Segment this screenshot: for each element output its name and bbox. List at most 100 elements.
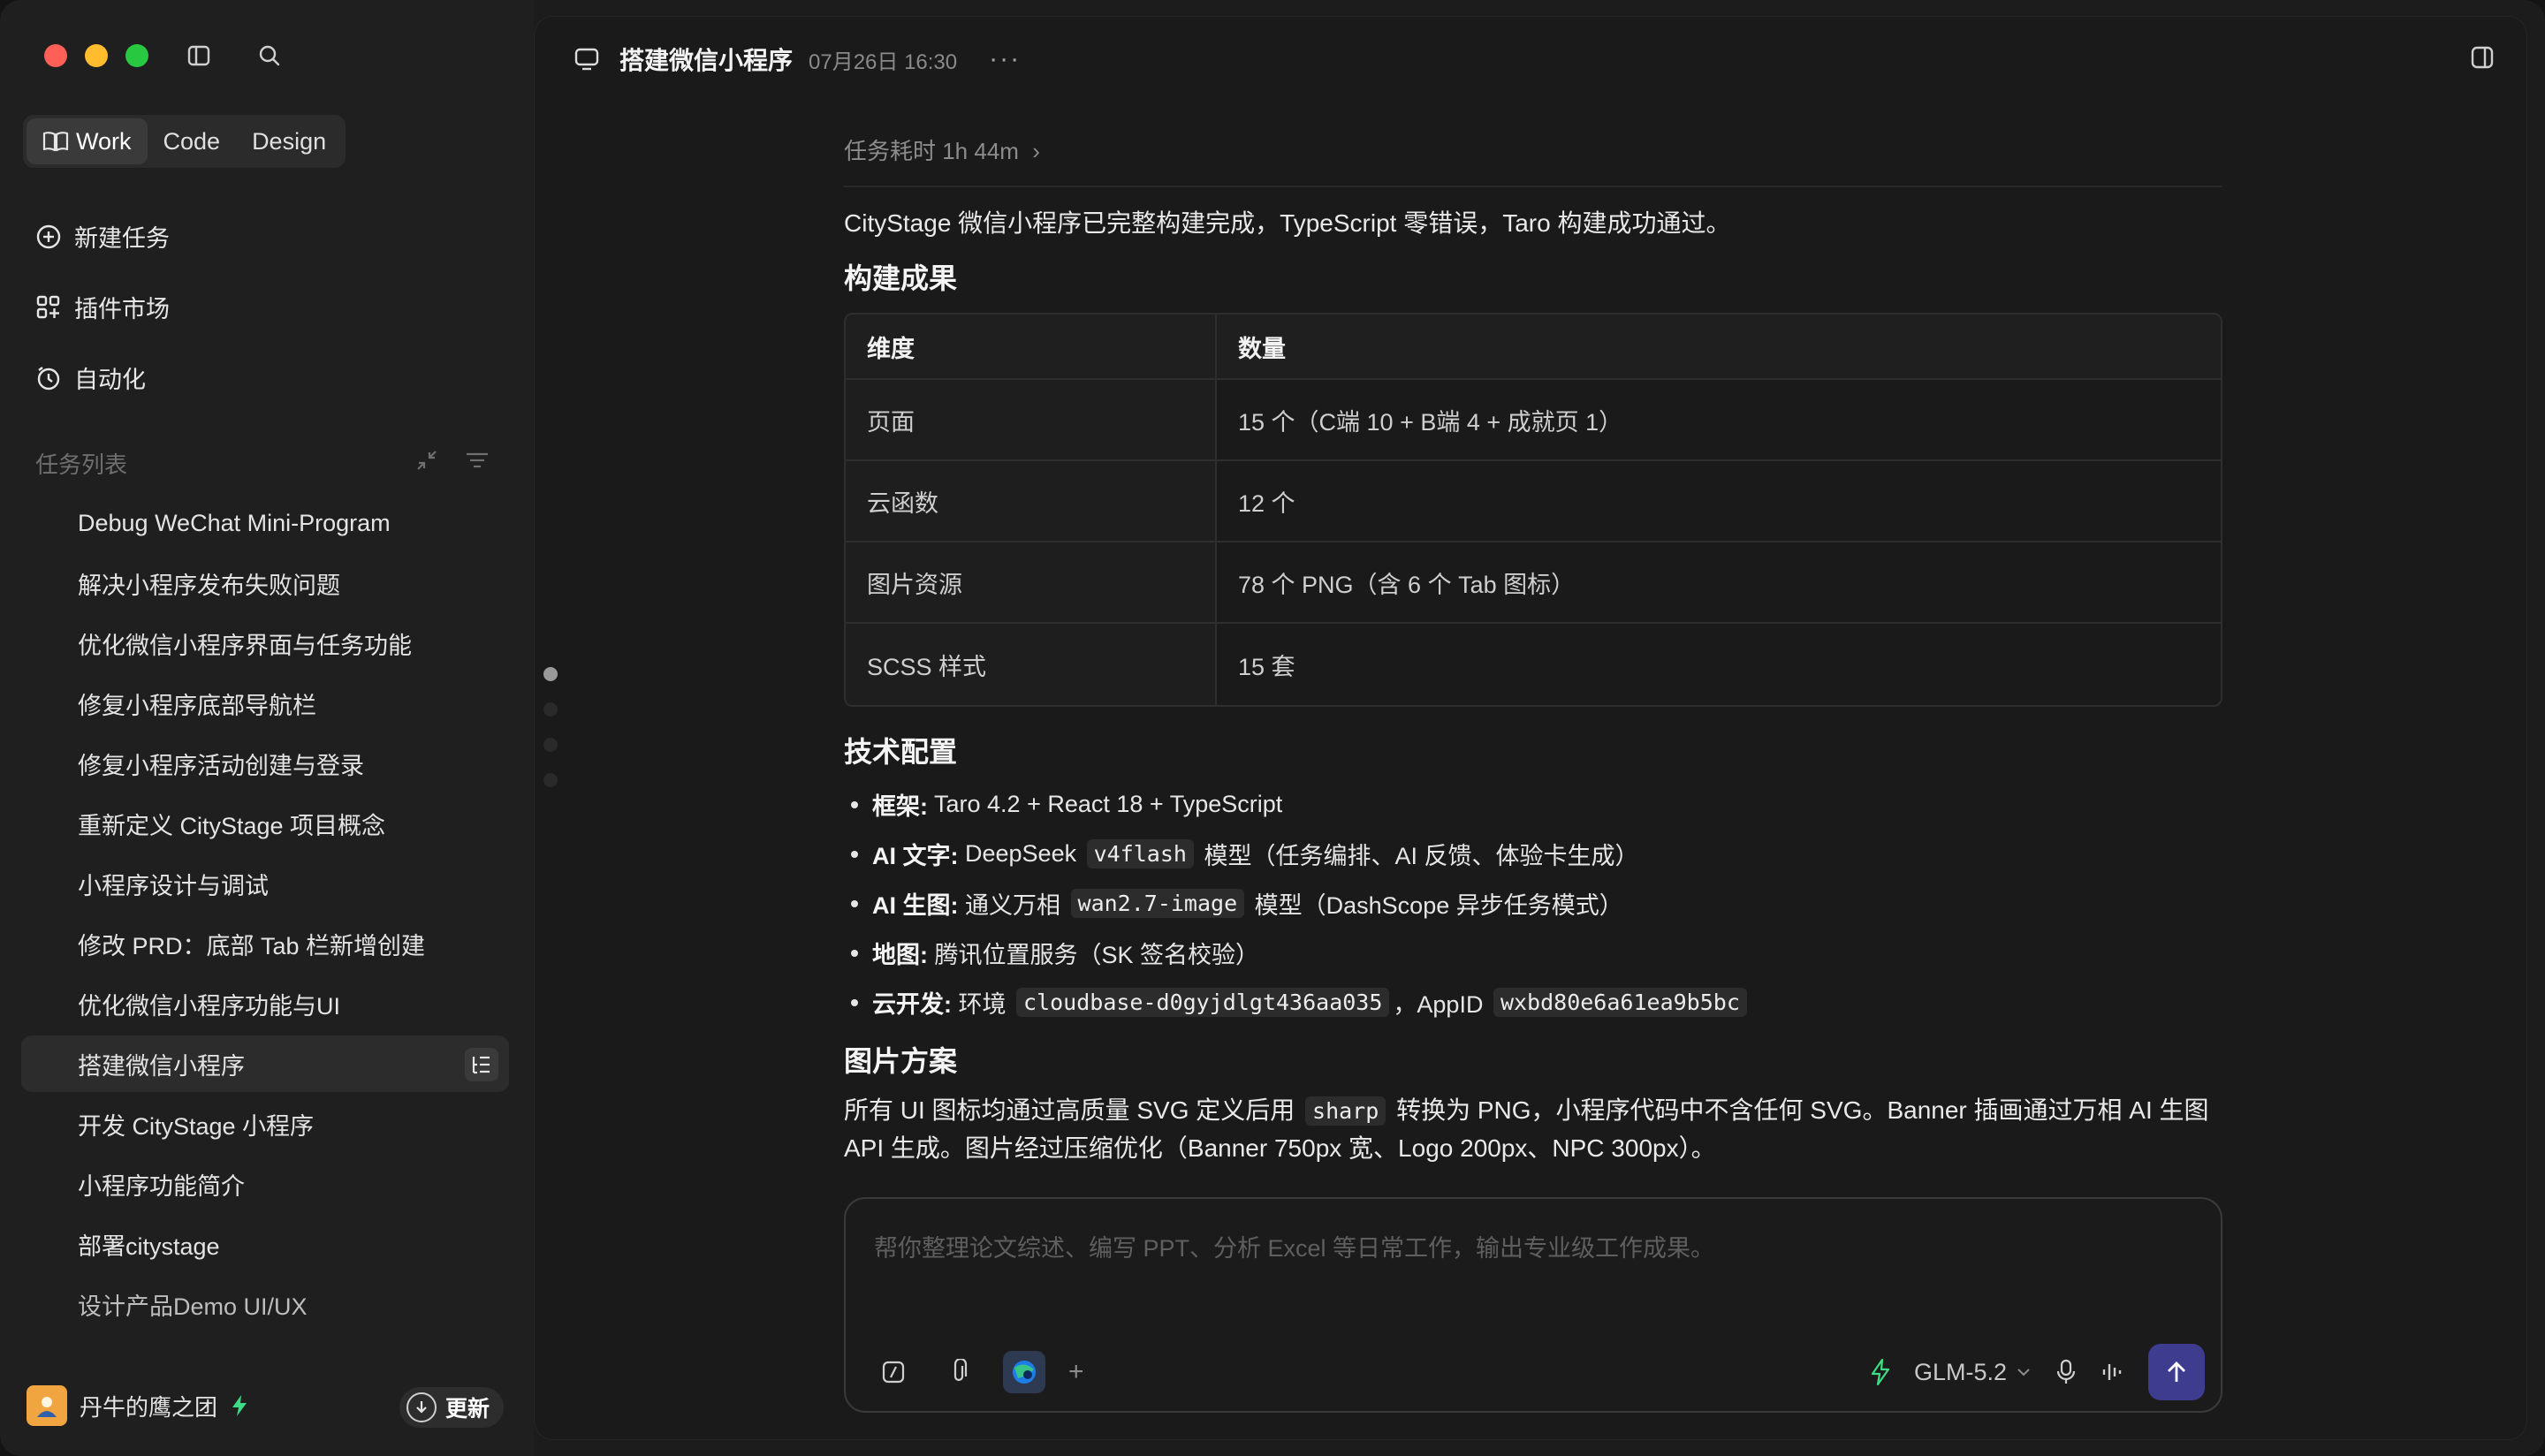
- sidebar-task-item[interactable]: 修复小程序活动创建与登录: [21, 735, 509, 792]
- table-row: 云函数 12 个: [846, 461, 2221, 542]
- voice-wave-icon[interactable]: [2101, 1359, 2125, 1385]
- sidebar-item-label: 新建任务: [74, 225, 170, 252]
- grid-plus-icon: [36, 295, 60, 318]
- sidebar-task-item[interactable]: 设计产品Demo UI/UX: [21, 1276, 509, 1332]
- tab-design[interactable]: Design: [236, 118, 342, 164]
- microphone-icon[interactable]: [2055, 1359, 2078, 1385]
- main-panel: 搭建微信小程序 07月26日 16:30 ··· 任务耗时 1h 44m › C…: [534, 16, 2527, 1440]
- sidebar-task-item[interactable]: 修复小程序底部导航栏: [21, 675, 509, 732]
- table-cell: 12 个: [1217, 461, 2221, 542]
- sidebar-task-item[interactable]: Debug WeChat Mini-Program: [21, 495, 509, 551]
- user-name: 丹牛的鹰之团: [80, 1393, 218, 1421]
- tab-work[interactable]: Work: [27, 118, 148, 164]
- minimize-window-button[interactable]: [85, 44, 108, 67]
- bolt-icon: [232, 1395, 247, 1416]
- nav-dot[interactable]: [543, 773, 558, 787]
- user-profile[interactable]: 丹牛的鹰之团: [27, 1385, 249, 1426]
- right-panel-toggle-icon[interactable]: [2470, 45, 2495, 74]
- sidebar-task-item[interactable]: 小程序功能简介: [21, 1156, 509, 1212]
- table-cell: 15 套: [1238, 653, 1295, 680]
- chat-icon: [574, 48, 599, 71]
- sidebar-task-item[interactable]: 搭建微信小程序: [21, 1035, 509, 1092]
- heading-tech: 技术配置: [844, 736, 958, 768]
- tab-work-label: Work: [76, 127, 132, 155]
- collapse-icon[interactable]: [415, 449, 438, 472]
- composer-tools: +: [872, 1351, 1084, 1393]
- sidebar-task-item[interactable]: 修改 PRD：底部 Tab 栏新增创建: [21, 915, 509, 972]
- sidebar-toggle-icon[interactable]: [186, 42, 212, 69]
- task-list-title: 任务列表: [35, 451, 128, 478]
- task-label: 优化微信小程序界面与任务功能: [78, 632, 412, 659]
- sidebar: Work Code Design 新建任务 插件市场 自动化 任务列表 Debu…: [0, 0, 534, 1456]
- inline-code: v4flash: [1086, 838, 1194, 868]
- inline-code: wan2.7-image: [1070, 888, 1245, 918]
- bolt-icon[interactable]: [1870, 1359, 1891, 1385]
- sidebar-item-plugins[interactable]: 插件市场: [35, 290, 170, 324]
- tab-code[interactable]: Code: [148, 118, 237, 164]
- message-navigator[interactable]: [543, 667, 558, 787]
- sidebar-task-item[interactable]: 开发 CityStage 小程序: [21, 1096, 509, 1152]
- heading-image: 图片方案: [844, 1045, 958, 1077]
- heading-build: 构建成果: [844, 262, 958, 294]
- conversation-header: 搭建微信小程序 07月26日 16:30 ···: [535, 17, 2526, 102]
- add-tool-button[interactable]: +: [1068, 1357, 1084, 1387]
- more-options-button[interactable]: ···: [989, 44, 1021, 74]
- zoom-window-button[interactable]: [125, 44, 148, 67]
- plus-circle-icon: [36, 224, 61, 248]
- list-item: AI 生图: 通义万相 wan2.7-image 模型（DashScope 异步…: [844, 878, 2222, 928]
- table-cell: SCSS 样式: [846, 624, 1217, 705]
- inline-code: sharp: [1305, 1096, 1386, 1126]
- send-button[interactable]: [2148, 1344, 2205, 1400]
- table-row: 图片资源 78 个 PNG（含 6 个 Tab 图标）: [846, 542, 2221, 624]
- table-cell: 78 个 PNG（含 6 个 Tab 图标）: [1217, 542, 2221, 624]
- task-outline-icon[interactable]: [465, 1048, 498, 1081]
- table-header-row: 维度 数量: [846, 315, 2221, 380]
- nav-dot[interactable]: [543, 667, 558, 681]
- tab-code-label: Code: [163, 127, 221, 155]
- list-item: AI 文字: DeepSeek v4flash 模型（任务编排、AI 反馈、体验…: [844, 829, 2222, 878]
- image-plan-text: 所有 UI 图标均通过高质量 SVG 定义后用 sharp 转换为 PNG，小程…: [844, 1096, 2209, 1162]
- sidebar-item-new-task[interactable]: 新建任务: [35, 219, 170, 254]
- table-header: 数量: [1217, 315, 2221, 380]
- task-label: 修复小程序活动创建与登录: [78, 752, 364, 779]
- nav-dot[interactable]: [543, 738, 558, 752]
- table-cell: 页面: [846, 380, 1217, 461]
- filter-icon[interactable]: [465, 449, 490, 472]
- task-label: 设计产品Demo UI/UX: [78, 1293, 308, 1320]
- model-name: GLM-5.2: [1913, 1358, 2007, 1385]
- model-selector[interactable]: GLM-5.2: [1914, 1359, 2032, 1386]
- message-composer[interactable]: 帮你整理论文综述、编写 PPT、分析 Excel 等日常工作，输出专业级工作成果…: [844, 1197, 2222, 1413]
- update-button[interactable]: 更新: [399, 1387, 505, 1428]
- table-cell: 图片资源: [846, 542, 1217, 624]
- inline-code: wxbd80e6a61ea9b5bc: [1493, 987, 1747, 1017]
- attach-icon[interactable]: [938, 1351, 980, 1393]
- app-window: Work Code Design 新建任务 插件市场 自动化 任务列表 Debu…: [0, 0, 2545, 1456]
- task-list: Debug WeChat Mini-Program 解决小程序发布失败问题优化微信…: [21, 495, 509, 1336]
- nav-dot[interactable]: [543, 702, 558, 717]
- summary-text: CityStage 微信小程序已完整构建完成，TypeScript 零错误，Ta…: [844, 209, 1731, 237]
- sidebar-task-item[interactable]: 优化微信小程序界面与任务功能: [21, 615, 509, 671]
- tab-design-label: Design: [252, 127, 327, 155]
- sidebar-task-item[interactable]: 小程序设计与调试: [21, 855, 509, 912]
- close-window-button[interactable]: [44, 44, 67, 67]
- window-controls: [44, 44, 148, 67]
- task-label: 搭建微信小程序: [78, 1052, 245, 1080]
- sidebar-item-automation[interactable]: 自动化: [35, 360, 146, 395]
- task-duration-text: 任务耗时 1h 44m: [844, 138, 1019, 164]
- sidebar-task-item[interactable]: 重新定义 CityStage 项目概念: [21, 795, 509, 852]
- table-row: SCSS 样式 15 套: [846, 624, 2221, 705]
- sidebar-task-item[interactable]: 解决小程序发布失败问题: [21, 555, 509, 611]
- conversation-time: 07月26日 16:30: [809, 49, 958, 74]
- task-label: 解决小程序发布失败问题: [78, 572, 340, 599]
- task-duration[interactable]: 任务耗时 1h 44m ›: [844, 133, 2222, 187]
- composer-input[interactable]: 帮你整理论文综述、编写 PPT、分析 Excel 等日常工作，输出专业级工作成果…: [874, 1229, 1714, 1263]
- search-icon[interactable]: [256, 42, 283, 69]
- task-list-actions: [415, 449, 490, 472]
- sidebar-task-item[interactable]: 优化微信小程序功能与UI: [21, 975, 509, 1032]
- list-item: 框架: Taro 4.2 + React 18 + TypeScript: [844, 779, 2222, 829]
- task-label: 小程序设计与调试: [78, 872, 269, 899]
- download-icon: [406, 1392, 437, 1422]
- tool-app-icon[interactable]: [1003, 1351, 1045, 1393]
- sidebar-task-item[interactable]: 部署citystage: [21, 1216, 509, 1272]
- slash-command-icon[interactable]: [872, 1351, 915, 1393]
